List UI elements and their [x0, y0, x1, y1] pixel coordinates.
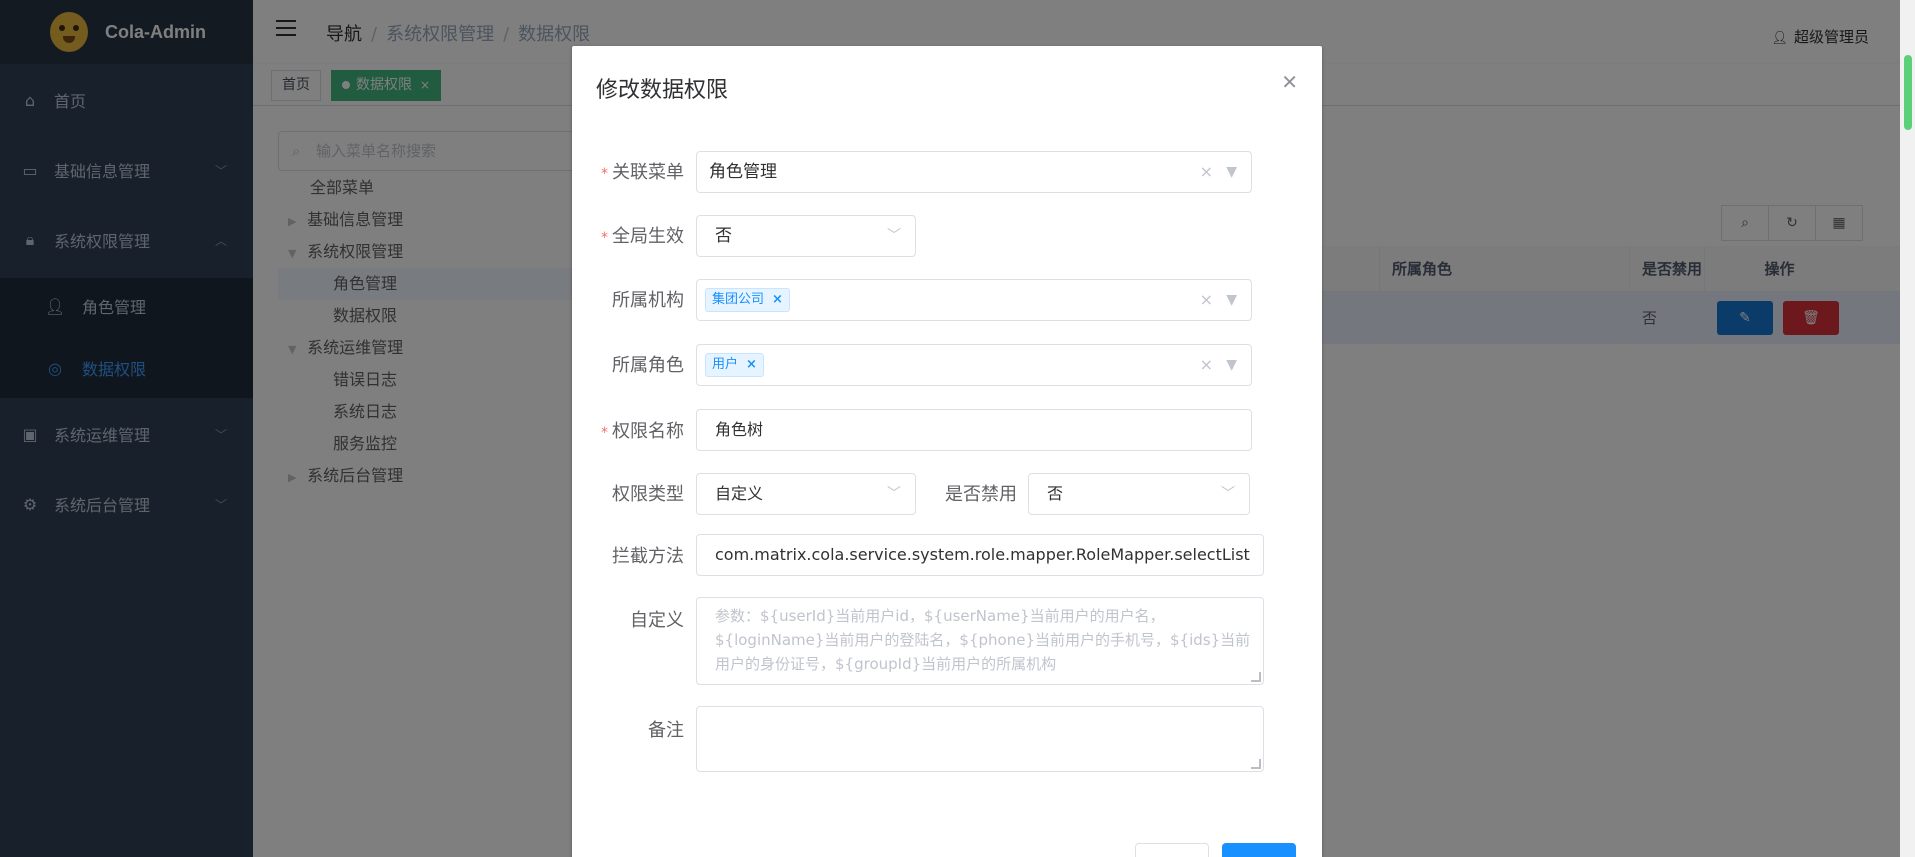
- menu-select-value: 角色管理: [709, 162, 777, 182]
- caret-down-icon: ▼: [1226, 292, 1237, 308]
- global-label: * 全局生效: [601, 226, 684, 247]
- tag-close-icon[interactable]: ×: [772, 292, 783, 307]
- method-input[interactable]: com.matrix.cola.service.system.role.mapp…: [696, 534, 1264, 576]
- custom-placeholder: 参数：${userId}当前用户id，${userName}当前用户的用户名，$…: [715, 607, 1251, 673]
- method-input-value: com.matrix.cola.service.system.role.mapp…: [715, 545, 1250, 564]
- caret-down-icon: ▼: [1226, 164, 1237, 180]
- remark-label: 备注: [648, 720, 684, 741]
- clear-icon[interactable]: ×: [1200, 345, 1213, 385]
- menu-label: * 关联菜单: [601, 162, 684, 183]
- scrollbar-thumb[interactable]: [1904, 55, 1912, 130]
- resize-handle-icon[interactable]: [1251, 672, 1261, 682]
- name-input[interactable]: 角色树: [696, 409, 1252, 451]
- org-tag: 集团公司 ×: [705, 288, 790, 312]
- disable-label: 是否禁用: [945, 484, 1017, 505]
- clear-icon[interactable]: ×: [1200, 280, 1213, 320]
- type-select[interactable]: 自定义 ﹀: [696, 473, 916, 515]
- chevron-down-icon: ﹀: [887, 486, 901, 502]
- menu-select[interactable]: 角色管理 × ▼: [696, 151, 1252, 193]
- disable-select-value: 否: [1047, 484, 1064, 503]
- clear-icon[interactable]: ×: [1200, 152, 1213, 192]
- scrollbar[interactable]: [1900, 0, 1915, 857]
- role-tag: 用户 ×: [705, 353, 764, 377]
- role-label: 所属角色: [612, 355, 684, 376]
- chevron-down-icon: ﹀: [887, 228, 901, 244]
- org-select[interactable]: 集团公司 × × ▼: [696, 279, 1252, 321]
- dialog-title: 修改数据权限: [596, 78, 729, 103]
- edit-permission-dialog: 修改数据权限 ✕ * 关联菜单 角色管理 × ▼ * 全局生效 否 ﹀ 所属机构 集团…: [572, 46, 1322, 857]
- close-icon[interactable]: ✕: [1281, 70, 1298, 94]
- disable-select[interactable]: 否 ﹀: [1028, 473, 1250, 515]
- chevron-down-icon: ﹀: [1221, 486, 1235, 502]
- method-label: 拦截方法: [612, 546, 684, 567]
- global-select-value: 否: [715, 226, 732, 246]
- global-select[interactable]: 否 ﹀: [696, 215, 916, 257]
- tag-close-icon[interactable]: ×: [746, 357, 757, 372]
- org-label: 所属机构: [612, 290, 684, 311]
- name-label: * 权限名称: [601, 421, 684, 442]
- custom-textarea[interactable]: 参数：${userId}当前用户id，${userName}当前用户的用户名，$…: [696, 597, 1264, 685]
- type-select-value: 自定义: [715, 484, 764, 503]
- custom-label: 自定义: [630, 610, 684, 631]
- name-input-value: 角色树: [715, 420, 764, 439]
- cancel-button[interactable]: [1135, 843, 1209, 857]
- role-select[interactable]: 用户 × × ▼: [696, 344, 1252, 386]
- resize-handle-icon[interactable]: [1251, 759, 1261, 769]
- confirm-button[interactable]: [1222, 843, 1296, 857]
- caret-down-icon: ▼: [1226, 357, 1237, 373]
- type-label: 权限类型: [612, 484, 684, 505]
- remark-textarea[interactable]: [696, 706, 1264, 772]
